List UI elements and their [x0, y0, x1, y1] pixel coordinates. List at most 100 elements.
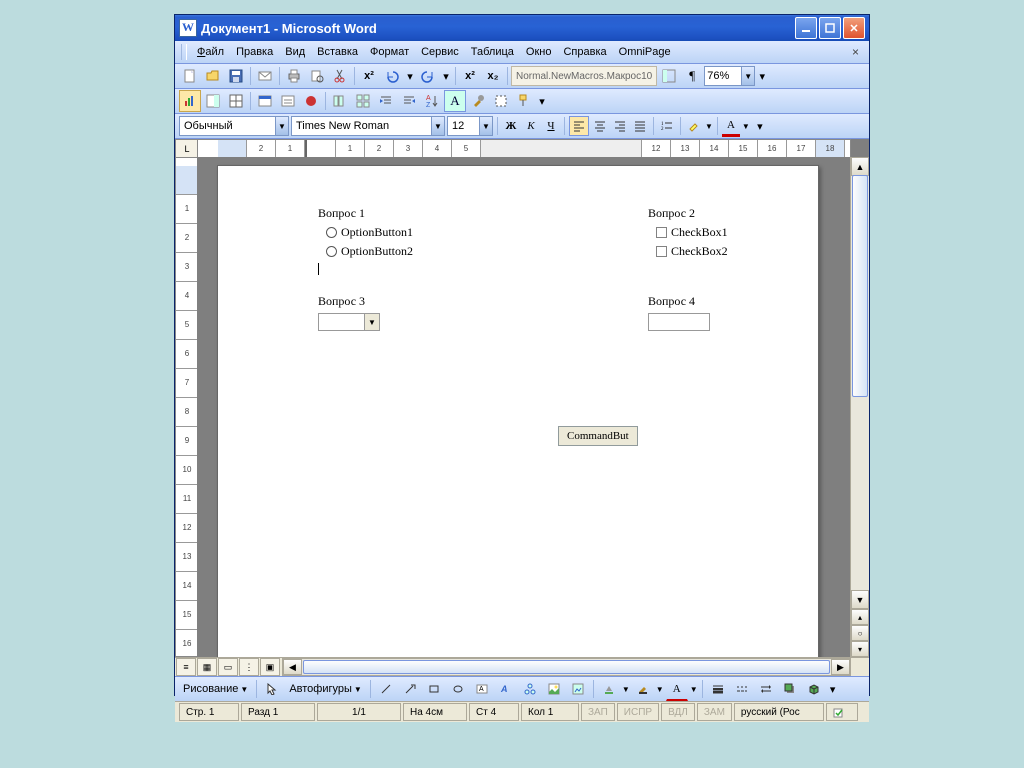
format-options-icon[interactable]: ▾: [754, 115, 766, 137]
subscript2-icon[interactable]: x²: [459, 65, 481, 87]
doc-map-icon[interactable]: [658, 65, 680, 87]
chart-icon[interactable]: [179, 90, 201, 112]
print-view-button[interactable]: ▭: [218, 658, 238, 676]
rectangle-icon[interactable]: [423, 678, 445, 700]
line-style-icon[interactable]: [707, 678, 729, 700]
checkbox2[interactable]: CheckBox2: [656, 244, 728, 259]
form-icon[interactable]: [277, 90, 299, 112]
print-icon[interactable]: [283, 65, 305, 87]
fill-dd[interactable]: ▼: [622, 685, 630, 694]
dash-style-icon[interactable]: [731, 678, 753, 700]
window-icon[interactable]: [254, 90, 276, 112]
paragraph-icon[interactable]: ¶: [681, 65, 703, 87]
maximize-button[interactable]: [819, 17, 841, 39]
grid-icon[interactable]: [352, 90, 374, 112]
scroll-left-button[interactable]: ◀: [283, 659, 302, 675]
arrow-icon[interactable]: [399, 678, 421, 700]
textbox1[interactable]: [648, 313, 710, 331]
save-icon[interactable]: [225, 65, 247, 87]
indent-right-icon[interactable]: [375, 90, 397, 112]
optionbutton2[interactable]: OptionButton2: [326, 244, 413, 259]
align-center-button[interactable]: [591, 117, 609, 135]
redo-icon[interactable]: [417, 65, 439, 87]
redo-dropdown[interactable]: ▾: [440, 65, 452, 87]
prev-page-button[interactable]: ▴: [851, 609, 869, 625]
toolbar-options-icon[interactable]: ▾: [756, 65, 768, 87]
checkbox1[interactable]: CheckBox1: [656, 225, 728, 240]
line-icon[interactable]: [375, 678, 397, 700]
optionbutton1[interactable]: OptionButton1: [326, 225, 413, 240]
zoom-combo[interactable]: ▼: [704, 66, 755, 86]
drawing-menu[interactable]: Рисование▼: [179, 681, 252, 697]
browse-object-button[interactable]: ○: [851, 625, 869, 641]
italic-button[interactable]: К: [522, 117, 540, 135]
menu-omnipage[interactable]: OmniPage: [613, 44, 677, 60]
font-color-draw-icon[interactable]: A: [666, 678, 688, 701]
print-preview-icon[interactable]: [306, 65, 328, 87]
draw-options-icon[interactable]: ▾: [827, 678, 839, 700]
record-icon[interactable]: [300, 90, 322, 112]
status-spellcheck-icon[interactable]: [826, 703, 858, 721]
tools-icon[interactable]: [467, 90, 489, 112]
status-trk[interactable]: ИСПР: [617, 703, 659, 721]
close-doc-button[interactable]: ×: [848, 45, 863, 59]
highlight-dd[interactable]: ▼: [705, 122, 713, 131]
undo-dropdown[interactable]: ▾: [404, 65, 416, 87]
command-button[interactable]: CommandBut: [558, 426, 638, 446]
columns-icon[interactable]: [329, 90, 351, 112]
new-doc-icon[interactable]: [179, 65, 201, 87]
document-viewport[interactable]: Вопрос 1 OptionButton1 OptionButton2 Воп…: [197, 157, 851, 657]
scroll-up-button[interactable]: ▲: [851, 157, 869, 176]
font-a-icon[interactable]: А: [444, 90, 466, 112]
font-combo[interactable]: Times New Roman ▼: [291, 116, 445, 136]
shadow-icon[interactable]: [779, 678, 801, 700]
style-dropdown-icon[interactable]: ▼: [275, 117, 288, 135]
tab-selector[interactable]: L: [175, 139, 199, 159]
justify-button[interactable]: [631, 117, 649, 135]
email-icon[interactable]: [254, 65, 276, 87]
status-ovr[interactable]: ЗАМ: [697, 703, 732, 721]
indent-left-icon[interactable]: [398, 90, 420, 112]
table-icon[interactable]: [225, 90, 247, 112]
line-color-icon[interactable]: [632, 678, 654, 700]
align-left-button[interactable]: [569, 116, 589, 136]
superscript-icon[interactable]: x²: [358, 65, 380, 87]
pointer-icon[interactable]: [261, 678, 283, 700]
menu-edit[interactable]: Правка: [230, 44, 279, 60]
numbering-button[interactable]: 12: [658, 117, 676, 135]
linecolor-dd[interactable]: ▼: [656, 685, 664, 694]
oval-icon[interactable]: [447, 678, 469, 700]
fontsize-combo[interactable]: 12 ▼: [447, 116, 493, 136]
status-lang[interactable]: русский (Рос: [734, 703, 824, 721]
border-icon[interactable]: [490, 90, 512, 112]
next-page-button[interactable]: ▾: [851, 641, 869, 657]
menu-tools[interactable]: Сервис: [415, 44, 465, 60]
close-button[interactable]: ✕: [843, 17, 865, 39]
textbox-icon[interactable]: A: [471, 678, 493, 700]
align-right-button[interactable]: [611, 117, 629, 135]
horizontal-ruler[interactable]: 21 12345 12131415161718: [197, 139, 851, 159]
cut-icon[interactable]: [329, 65, 351, 87]
menu-format[interactable]: Формат: [364, 44, 415, 60]
status-ext[interactable]: ВДЛ: [661, 703, 695, 721]
menu-view[interactable]: Вид: [279, 44, 311, 60]
combobox1[interactable]: ▼: [318, 313, 380, 331]
arrow-style-icon[interactable]: [755, 678, 777, 700]
vertical-scrollbar[interactable]: ▲ ▼ ▴ ○ ▾: [850, 157, 869, 657]
picture-icon[interactable]: [567, 678, 589, 700]
subscript-icon[interactable]: x₂: [482, 65, 504, 87]
horizontal-scrollbar[interactable]: ◀ ▶: [282, 658, 851, 676]
macro-name[interactable]: Normal.NewMacros.Макрос10: [511, 66, 657, 86]
web-view-button[interactable]: ▦: [197, 658, 217, 676]
undo-icon[interactable]: [381, 65, 403, 87]
outline-view-button[interactable]: ⋮: [239, 658, 259, 676]
wordart-icon[interactable]: A: [495, 678, 517, 700]
clipart-icon[interactable]: [543, 678, 565, 700]
fontsize-dropdown-icon[interactable]: ▼: [479, 117, 492, 135]
fontcolor-dd[interactable]: ▼: [742, 122, 750, 131]
3d-icon[interactable]: [803, 678, 825, 700]
zoom-input[interactable]: [705, 70, 741, 82]
menubar-grip[interactable]: [181, 44, 187, 60]
font-dropdown-icon[interactable]: ▼: [431, 117, 444, 135]
diagram-icon[interactable]: [519, 678, 541, 700]
